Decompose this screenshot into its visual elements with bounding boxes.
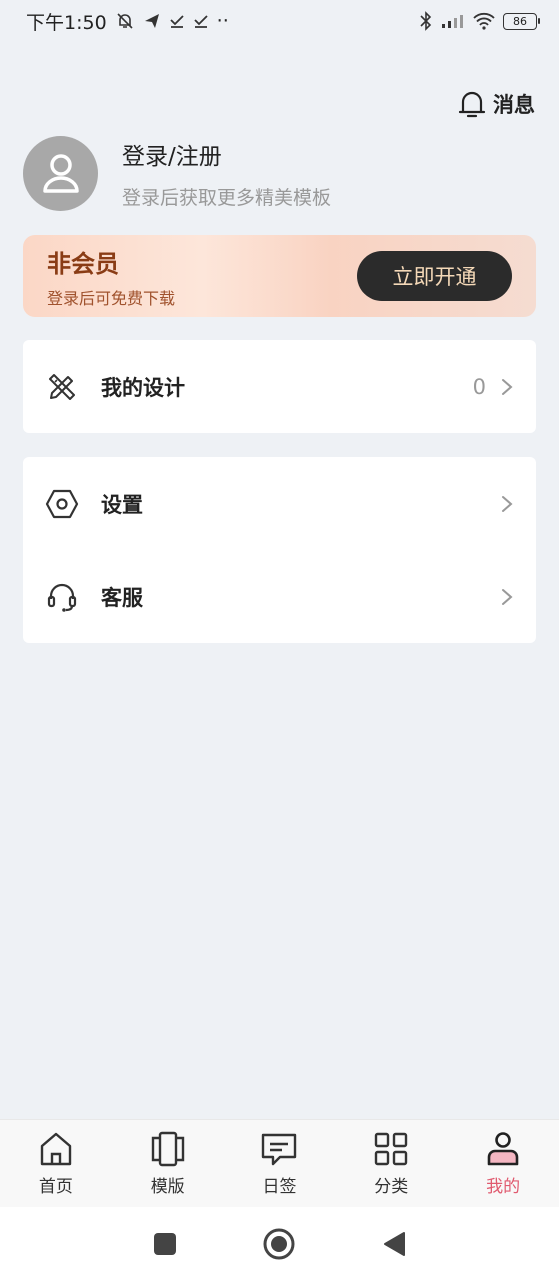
battery-icon: 86 bbox=[503, 12, 540, 30]
tab-label-daily-sign: 日签 bbox=[262, 1177, 297, 1197]
tab-label-templates: 模版 bbox=[150, 1177, 185, 1197]
check-icon bbox=[170, 15, 184, 28]
status-time: 下午1:50 bbox=[26, 11, 107, 34]
login-hint: 登录后获取更多精美模板 bbox=[122, 186, 332, 209]
design-tools-icon bbox=[49, 373, 75, 400]
user-icon bbox=[487, 1132, 519, 1166]
vip-hint: 登录后可免费下载 bbox=[47, 288, 176, 308]
my-design-card: 我的设计 0 bbox=[23, 340, 536, 433]
status-more-dots: ·· bbox=[216, 10, 229, 32]
menu-label-customer-service: 客服 bbox=[101, 585, 143, 610]
messages-button[interactable]: 消息 bbox=[457, 86, 535, 122]
menu-item-customer-service[interactable]: 客服 bbox=[23, 550, 536, 643]
menu-label-my-design: 我的设计 bbox=[101, 375, 185, 400]
tab-label-home: 首页 bbox=[38, 1177, 73, 1197]
home-icon bbox=[40, 1132, 72, 1166]
tab-label-categories: 分类 bbox=[374, 1177, 409, 1197]
avatar[interactable] bbox=[23, 135, 98, 211]
design-count: 0 bbox=[472, 374, 486, 399]
settings-icon bbox=[45, 489, 79, 518]
user-icon bbox=[42, 154, 79, 193]
tab-home[interactable]: 首页 bbox=[6, 1130, 106, 1197]
template-icon bbox=[151, 1131, 184, 1167]
messages-label: 消息 bbox=[493, 93, 535, 117]
tab-label-mine: 我的 bbox=[486, 1177, 521, 1197]
wifi-icon bbox=[473, 12, 495, 30]
menu-item-settings[interactable]: 设置 bbox=[23, 457, 536, 550]
vip-card: 非会员 登录后可免费下载 立即开通 bbox=[23, 235, 536, 317]
login-register-link[interactable]: 登录/注册 bbox=[122, 137, 331, 171]
mute-bell-icon bbox=[117, 13, 133, 29]
message-icon bbox=[262, 1133, 297, 1166]
send-icon bbox=[144, 14, 159, 28]
chevron-right-icon bbox=[502, 588, 513, 605]
signal-icon bbox=[442, 15, 463, 28]
tab-mine[interactable]: 我的 bbox=[453, 1130, 553, 1197]
bottom-tab-bar: 首页 模版 日签 分类 我的 bbox=[0, 1119, 559, 1207]
system-nav-bar bbox=[0, 1207, 559, 1280]
tab-templates[interactable]: 模版 bbox=[118, 1130, 218, 1197]
chevron-right-icon bbox=[502, 378, 513, 395]
home-circle-icon[interactable] bbox=[263, 1228, 295, 1260]
chevron-right-icon bbox=[502, 495, 513, 512]
check-icon bbox=[194, 15, 208, 28]
bell-icon bbox=[458, 91, 486, 118]
tab-categories[interactable]: 分类 bbox=[341, 1130, 441, 1197]
bluetooth-icon bbox=[420, 11, 432, 31]
menu-label-settings: 设置 bbox=[101, 492, 143, 517]
activate-vip-button[interactable]: 立即开通 bbox=[357, 251, 512, 301]
profile-section[interactable]: 登录/注册 登录后获取更多精美模板 bbox=[23, 134, 543, 212]
settings-card: 设置 客服 bbox=[23, 457, 536, 643]
tab-daily-sign[interactable]: 日签 bbox=[229, 1130, 329, 1197]
status-bar: 下午1:50 ·· 86 bbox=[0, 0, 559, 42]
vip-status: 非会员 bbox=[47, 249, 119, 278]
headset-icon bbox=[47, 583, 77, 612]
menu-item-my-design[interactable]: 我的设计 0 bbox=[23, 340, 536, 433]
grid-icon bbox=[375, 1132, 408, 1166]
back-icon[interactable] bbox=[382, 1231, 406, 1257]
recent-apps-icon[interactable] bbox=[153, 1232, 177, 1256]
